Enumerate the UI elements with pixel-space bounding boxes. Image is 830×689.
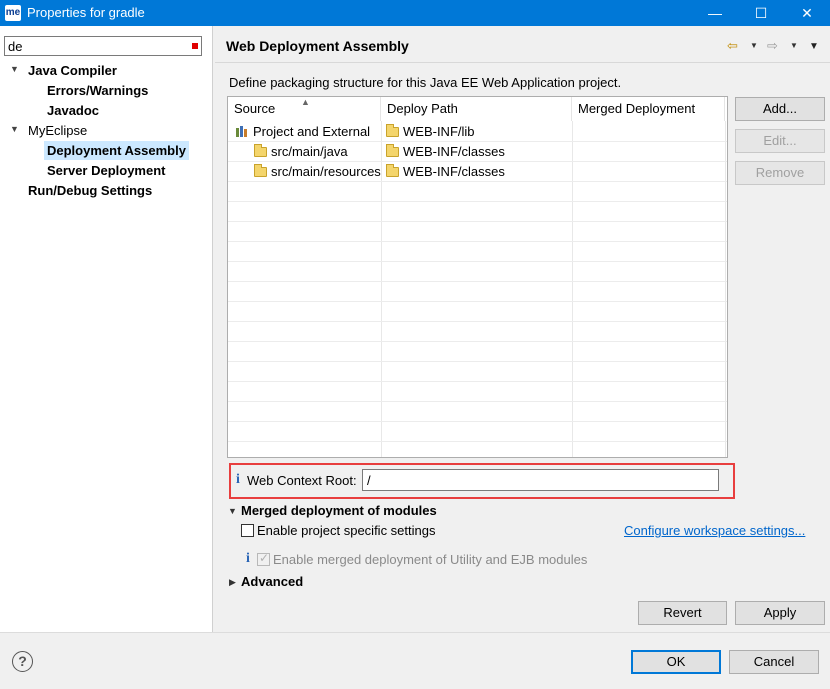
checkmark-icon: ✓ [259, 551, 270, 565]
table-row-deploy-path[interactable]: WEB-INF/classes [386, 162, 571, 182]
tree-item-myeclipse[interactable]: MyEclipse [28, 121, 87, 140]
source-label: src/main/java [271, 144, 348, 159]
enable-project-settings-label[interactable]: Enable project specific settings [257, 523, 435, 538]
footer-divider [0, 632, 830, 633]
table-grid-line [228, 281, 727, 282]
forward-dropdown-icon[interactable]: ▼ [790, 41, 798, 50]
table-row-deploy-path[interactable]: WEB-INF/classes [386, 142, 571, 162]
table-grid-line [228, 441, 727, 442]
close-button[interactable]: ✕ [784, 0, 830, 26]
title-bar: me Properties for gradle — ☐ ✕ [0, 0, 830, 26]
filter-field[interactable] [4, 36, 202, 56]
table-grid-line [228, 421, 727, 422]
table-grid-line [228, 301, 727, 302]
column-divider [725, 121, 726, 457]
table-grid-line [228, 261, 727, 262]
apply-button[interactable]: Apply [735, 601, 825, 625]
table-row-merged[interactable] [578, 122, 723, 142]
table-grid-line [228, 341, 727, 342]
expand-myeclipse-icon[interactable]: ▼ [10, 124, 20, 134]
tree-item-java-compiler[interactable]: Java Compiler [28, 61, 117, 80]
configure-workspace-link[interactable]: Configure workspace settings... [624, 523, 805, 538]
back-arrow-icon[interactable]: ⇦ [727, 38, 738, 54]
tree-item-deployment-assembly[interactable]: Deployment Assembly [44, 141, 189, 160]
table-grid-line [228, 361, 727, 362]
table-row-source[interactable]: Project and External [236, 122, 381, 142]
source-label: Project and External [253, 124, 371, 139]
expand-java-compiler-icon[interactable]: ▼ [10, 64, 20, 74]
help-icon[interactable]: ? [12, 651, 33, 672]
page-title: Web Deployment Assembly [226, 38, 409, 54]
table-row-source[interactable]: src/main/java [254, 142, 381, 162]
table-grid-line [228, 221, 727, 222]
minimize-button[interactable]: — [692, 0, 738, 26]
merged-section-title[interactable]: Merged deployment of modules [241, 503, 437, 518]
folder-icon [386, 144, 399, 157]
add-button[interactable]: Add... [735, 97, 825, 121]
page-description: Define packaging structure for this Java… [229, 75, 622, 90]
filter-input[interactable] [5, 37, 185, 55]
view-menu-icon[interactable]: ▼ [809, 41, 819, 52]
deploy-path-label: WEB-INF/classes [403, 144, 505, 159]
column-header-merged-deployment[interactable]: Merged Deployment [572, 97, 725, 121]
maximize-button[interactable]: ☐ [738, 0, 784, 26]
column-header-source[interactable]: ▲ Source [228, 97, 381, 121]
collapse-merged-icon[interactable]: ▼ [228, 506, 237, 516]
table-grid-line [228, 401, 727, 402]
revert-button[interactable]: Revert [638, 601, 727, 625]
tree-item-javadoc[interactable]: Javadoc [47, 101, 99, 120]
column-header-deploy-path[interactable]: Deploy Path [381, 97, 572, 121]
sidebar [0, 26, 213, 632]
deploy-path-label: WEB-INF/classes [403, 164, 505, 179]
expand-advanced-icon[interactable]: ▶ [229, 577, 236, 588]
table-grid-line [228, 381, 727, 382]
sort-indicator-icon: ▲ [301, 97, 310, 107]
table-row-deploy-path[interactable]: WEB-INF/lib [386, 122, 571, 142]
advanced-section-title[interactable]: Advanced [241, 574, 303, 589]
myeclipse-logo-icon: me [5, 5, 21, 21]
window-title: Properties for gradle [27, 5, 145, 20]
table-row-source[interactable]: src/main/resources [254, 162, 381, 182]
table-row-merged[interactable] [578, 162, 723, 182]
cancel-button[interactable]: Cancel [729, 650, 819, 674]
tree-item-errors-warnings[interactable]: Errors/Warnings [47, 81, 148, 100]
deployment-table[interactable]: ▲ Source Deploy Path Merged Deployment P… [227, 96, 728, 458]
folder-icon [386, 164, 399, 177]
table-grid-line [228, 201, 727, 202]
tree-item-server-deployment[interactable]: Server Deployment [47, 161, 166, 180]
context-root-label: Web Context Root: [247, 473, 357, 488]
table-grid-line [228, 321, 727, 322]
ok-button[interactable]: OK [631, 650, 721, 674]
enable-merged-deployment-checkbox[interactable]: ✓ [257, 551, 270, 566]
library-icon [236, 125, 250, 137]
column-divider [572, 121, 573, 457]
forward-arrow-icon[interactable]: ⇨ [767, 38, 778, 54]
source-label: src/main/resources [271, 164, 381, 179]
back-dropdown-icon[interactable]: ▼ [750, 41, 758, 50]
tree-item-run-debug-settings[interactable]: Run/Debug Settings [28, 181, 152, 200]
enable-merged-deployment-label: Enable merged deployment of Utility and … [273, 552, 588, 567]
context-root-input[interactable] [362, 469, 719, 491]
table-row-merged[interactable] [578, 142, 723, 162]
column-header-label: Source [234, 101, 276, 116]
folder-icon [254, 164, 267, 177]
enable-project-settings-checkbox[interactable] [241, 524, 254, 537]
edit-button[interactable]: Edit... [735, 129, 825, 153]
clear-filter-icon[interactable] [192, 43, 198, 49]
folder-icon [386, 124, 399, 137]
column-divider [381, 121, 382, 457]
deploy-path-label: WEB-INF/lib [403, 124, 475, 139]
header-divider [215, 62, 830, 63]
folder-icon [254, 144, 267, 157]
remove-button[interactable]: Remove [735, 161, 825, 185]
table-grid-line [228, 241, 727, 242]
info-icon: i [246, 551, 250, 566]
info-icon: i [236, 472, 240, 487]
